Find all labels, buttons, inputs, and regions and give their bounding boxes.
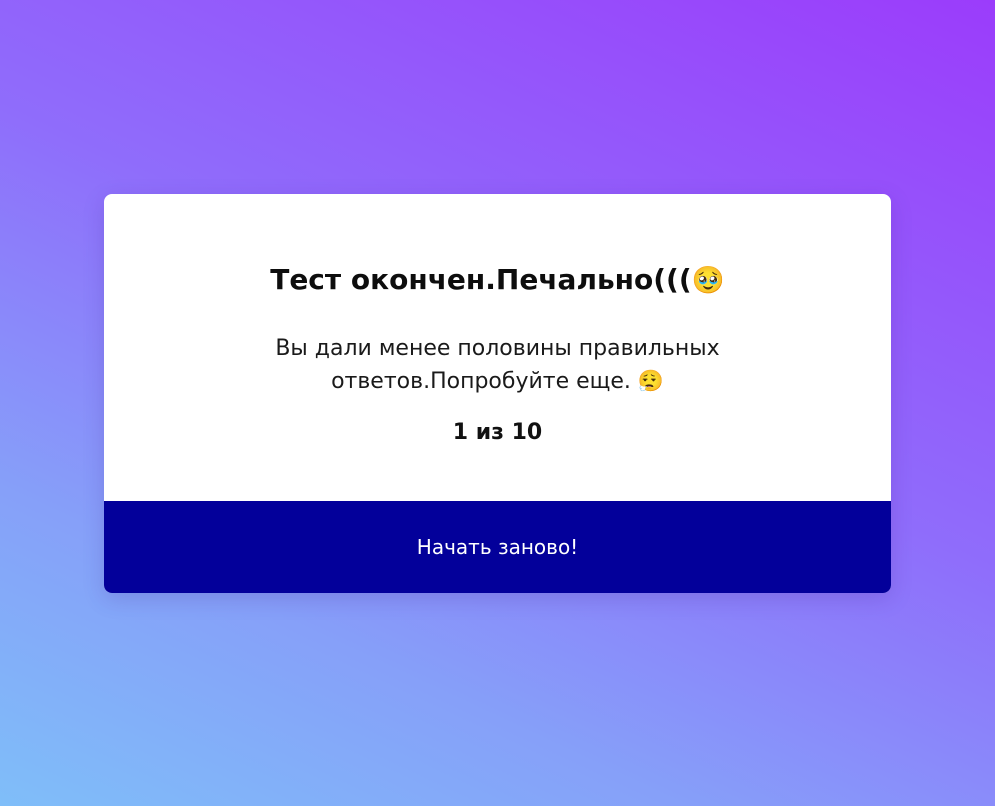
result-message: Вы дали менее половины правильных ответо… — [238, 333, 758, 398]
restart-button[interactable]: Начать заново! — [104, 501, 891, 593]
result-card: Тест окончен.Печально(((🥹 Вы дали менее … — [104, 194, 891, 593]
score-counter: 1 из 10 — [452, 420, 543, 445]
teary-face-emoji-icon: 🥹 — [691, 265, 725, 296]
result-title-text: Тест окончен.Печально((( — [270, 263, 692, 296]
result-card-body: Тест окончен.Печально(((🥹 Вы дали менее … — [104, 194, 891, 501]
sighing-face-emoji-icon: 😮‍💨 — [637, 369, 664, 393]
result-title: Тест окончен.Печально(((🥹 — [104, 262, 891, 299]
